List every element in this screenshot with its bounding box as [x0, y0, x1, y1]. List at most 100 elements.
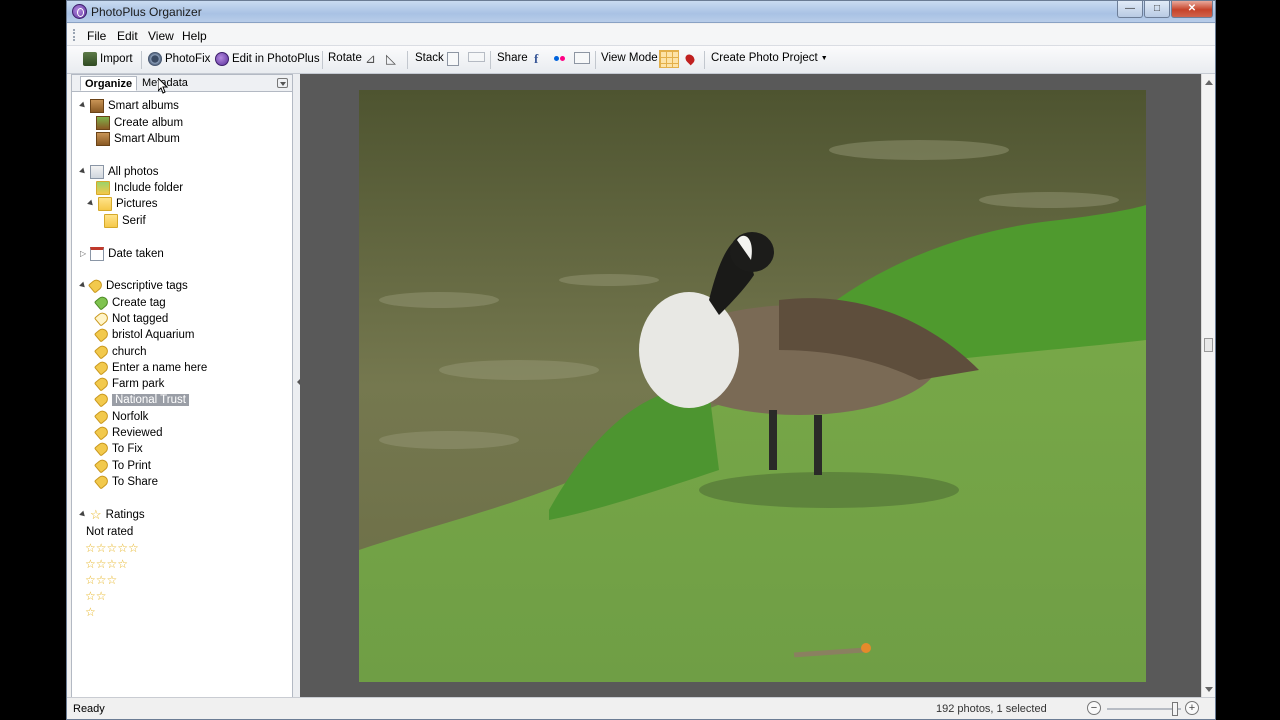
viewer-scrollbar[interactable] — [1201, 74, 1215, 698]
tag-label: To Share — [112, 475, 159, 488]
menu-help[interactable]: Help — [182, 29, 207, 43]
tag-item[interactable]: To Share — [93, 473, 159, 490]
edit-in-photoplus-button[interactable]: Edit in PhotoPlus — [215, 52, 320, 66]
email-icon — [574, 52, 590, 64]
photofix-button[interactable]: PhotoFix — [148, 52, 210, 66]
star-icon: ☆ — [90, 507, 102, 522]
tag-item[interactable]: Create tag — [93, 294, 166, 311]
tree-smart-album[interactable]: Smart Album — [96, 131, 180, 146]
tag-item[interactable]: To Print — [93, 457, 151, 474]
import-label: Import — [100, 53, 133, 65]
zoom-slider[interactable] — [1107, 708, 1181, 710]
toolbar-separator — [141, 51, 142, 69]
maximize-button[interactable]: □ — [1144, 1, 1170, 18]
tag-item[interactable]: church — [93, 343, 147, 360]
goose-photo[interactable] — [359, 90, 1146, 682]
tag-item[interactable]: Farm park — [93, 375, 164, 392]
folder-icon — [98, 196, 112, 211]
tag-item[interactable]: Not tagged — [93, 310, 168, 327]
album-icon — [90, 98, 104, 113]
tag-item[interactable]: Reviewed — [93, 424, 163, 441]
tree-create-album[interactable]: Create album — [96, 115, 183, 130]
panel-splitter[interactable] — [293, 74, 300, 698]
scroll-thumb[interactable] — [1204, 338, 1213, 352]
grid-view-button[interactable] — [659, 50, 679, 68]
tag-label: Create tag — [112, 296, 166, 309]
rating-not-rated[interactable]: Not rated — [86, 524, 133, 539]
flickr-button[interactable] — [554, 56, 565, 61]
tag-item[interactable]: bristol Aquarium — [93, 326, 195, 343]
unstack-button[interactable] — [468, 52, 485, 62]
zoom-slider-thumb[interactable] — [1172, 702, 1178, 716]
window-controls: — □ ✕ — [1117, 1, 1213, 18]
tree-ratings[interactable]: ☆ Ratings — [79, 507, 145, 522]
panel-tabs: Organize Metadata — [72, 75, 292, 92]
tree-date-taken[interactable]: ▷ Date taken — [80, 246, 164, 261]
rotate-label-group: Rotate — [328, 52, 362, 64]
rating-1-star[interactable]: ☆ — [85, 605, 96, 619]
tree-smart-albums[interactable]: Smart albums — [79, 98, 179, 113]
include-folder-label: Include folder — [114, 181, 184, 194]
tag-icon — [93, 359, 111, 376]
collapse-arrow-icon[interactable] — [79, 281, 87, 290]
menu-view[interactable]: View — [148, 29, 174, 43]
tag-item[interactable]: Enter a name here — [93, 359, 207, 376]
collapse-arrow-icon[interactable] — [79, 510, 87, 519]
tag-label: bristol Aquarium — [112, 328, 195, 341]
zoom-out-button[interactable]: − — [1087, 701, 1101, 715]
tag-item[interactable]: Norfolk — [93, 408, 148, 425]
facebook-button[interactable]: f — [534, 51, 538, 67]
tree-all-photos[interactable]: All photos — [79, 164, 159, 179]
tree-pictures[interactable]: Pictures — [87, 196, 158, 211]
rotate-right-button[interactable]: ◺ — [386, 52, 401, 66]
collapse-arrow-icon[interactable] — [87, 199, 95, 208]
map-view-button[interactable] — [683, 52, 697, 66]
tag-icon — [93, 343, 111, 360]
rotate-right-icon: ◺ — [386, 51, 396, 66]
rating-2-stars[interactable]: ☆☆ — [85, 589, 107, 603]
import-button[interactable]: Import — [83, 52, 133, 66]
view-mode-label: View Mode — [601, 52, 658, 64]
photos-icon — [90, 164, 104, 179]
toolbar-separator — [595, 51, 596, 69]
stack-button[interactable] — [447, 52, 459, 66]
zoom-in-button[interactable]: + — [1185, 701, 1199, 715]
tag-item[interactable]: To Fix — [93, 440, 143, 457]
close-button[interactable]: ✕ — [1171, 1, 1213, 18]
window-title: PhotoPlus Organizer — [91, 5, 202, 19]
tree-serif[interactable]: Serif — [104, 213, 146, 228]
expand-arrow-icon[interactable]: ▷ — [80, 249, 86, 258]
unstack-icon — [468, 52, 485, 62]
status-text: Ready — [73, 703, 105, 715]
view-mode-label-group: View Mode — [601, 52, 658, 64]
rating-3-stars[interactable]: ☆☆☆ — [85, 573, 117, 587]
menu-file[interactable]: File — [87, 29, 106, 43]
create-album-label: Create album — [114, 116, 184, 129]
rating-4-stars[interactable]: ☆☆☆☆ — [85, 557, 128, 571]
import-icon — [83, 52, 97, 66]
tree-include-folder[interactable]: Include folder — [96, 180, 183, 195]
rotate-left-button[interactable]: ⊿ — [365, 52, 380, 66]
collapse-arrow-icon[interactable] — [79, 101, 87, 110]
scroll-up-icon[interactable] — [1205, 76, 1213, 85]
serif-label: Serif — [122, 214, 146, 227]
toolbar-separator — [490, 51, 491, 69]
create-photo-project-button[interactable]: Create Photo Project ▼ — [711, 52, 828, 64]
minimize-button[interactable]: — — [1117, 1, 1143, 18]
grid-view-icon — [659, 50, 679, 68]
create-project-label: Create Photo Project — [711, 52, 818, 64]
rotate-left-icon: ⊿ — [365, 51, 376, 66]
rating-5-stars[interactable]: ☆☆☆☆☆ — [85, 541, 139, 555]
tab-organize[interactable]: Organize — [80, 76, 138, 91]
scroll-down-icon[interactable] — [1205, 687, 1213, 696]
collapse-arrow-icon[interactable] — [79, 167, 87, 176]
date-taken-label: Date taken — [108, 247, 164, 260]
panel-menu-icon[interactable] — [277, 78, 288, 88]
email-share-button[interactable] — [574, 52, 590, 64]
tag-label: To Print — [112, 459, 151, 472]
flickr-icon — [554, 56, 565, 61]
tag-icon — [93, 424, 111, 441]
menu-edit[interactable]: Edit — [117, 29, 138, 43]
tag-item-selected[interactable]: National Trust — [93, 391, 189, 408]
tree-descriptive-tags[interactable]: Descriptive tags — [79, 277, 188, 294]
